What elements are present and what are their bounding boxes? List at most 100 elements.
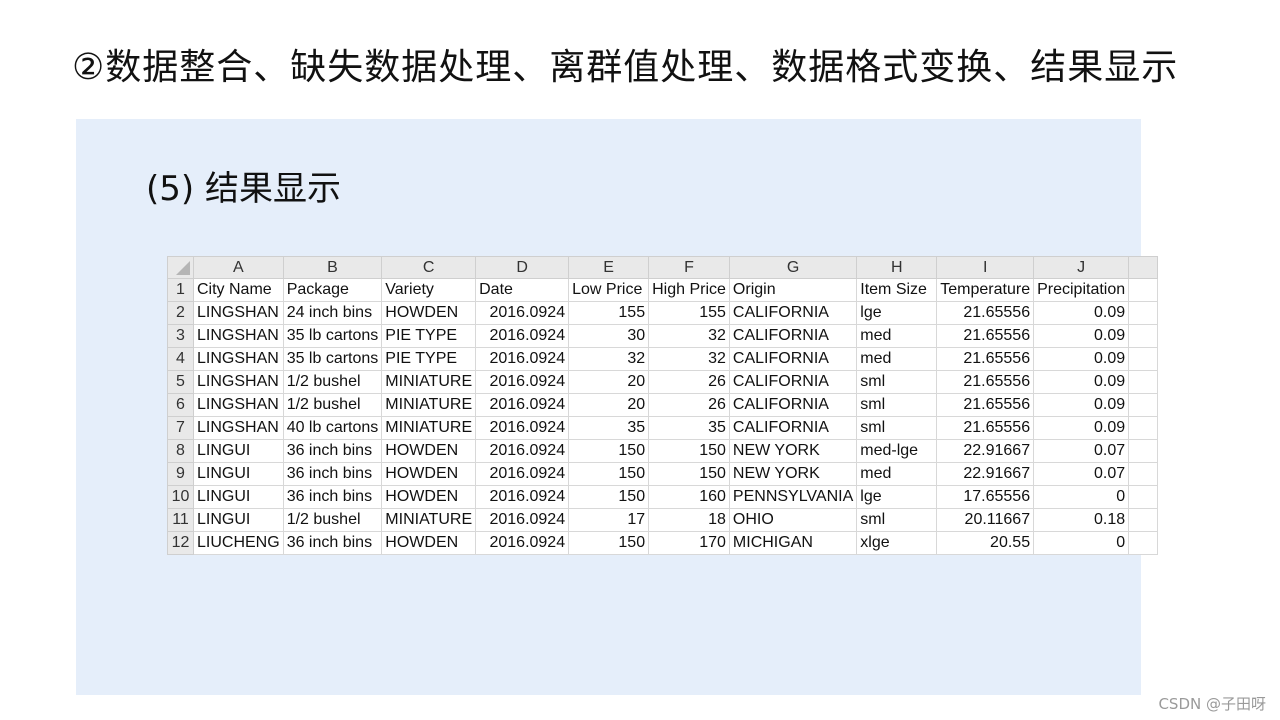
table-cell[interactable]: 21.65556 <box>936 370 1035 394</box>
table-cell[interactable]: PENNSYLVANIA <box>728 485 858 509</box>
table-cell[interactable]: 21.65556 <box>936 393 1035 417</box>
table-cell[interactable]: med <box>856 462 938 486</box>
row-header[interactable]: 4 <box>167 347 194 371</box>
table-cell[interactable]: 26 <box>648 370 730 394</box>
table-cell[interactable]: LINGSHAN <box>193 324 284 348</box>
table-cell[interactable]: 40 lb cartons <box>282 416 383 440</box>
table-cell[interactable]: 2016.0924 <box>475 301 570 325</box>
row-header[interactable]: 5 <box>167 370 194 394</box>
table-cell[interactable]: 150 <box>648 462 730 486</box>
table-cell[interactable]: 150 <box>568 485 650 509</box>
header-cell-city-name[interactable]: City Name <box>193 278 284 302</box>
table-cell[interactable]: 30 <box>568 324 650 348</box>
table-cell[interactable]: med <box>856 347 938 371</box>
table-cell[interactable]: med-lge <box>856 439 938 463</box>
table-cell[interactable]: 155 <box>568 301 650 325</box>
table-cell[interactable]: LIUCHENG <box>193 531 284 555</box>
table-cell[interactable]: LINGSHAN <box>193 393 284 417</box>
table-cell[interactable] <box>1128 393 1159 417</box>
header-cell-package[interactable]: Package <box>282 278 383 302</box>
table-cell[interactable] <box>1128 324 1159 348</box>
table-cell[interactable]: 36 inch bins <box>282 531 383 555</box>
table-cell[interactable]: LINGSHAN <box>193 370 284 394</box>
table-cell[interactable]: 21.65556 <box>936 416 1035 440</box>
table-cell[interactable]: 35 lb cartons <box>282 324 383 348</box>
column-header-c[interactable]: C <box>381 256 477 279</box>
table-cell[interactable]: 17.65556 <box>936 485 1035 509</box>
header-cell-variety[interactable]: Variety <box>381 278 477 302</box>
table-cell[interactable]: CALIFORNIA <box>728 370 858 394</box>
column-header-i[interactable]: I <box>936 256 1035 279</box>
table-cell[interactable]: 0.09 <box>1033 416 1130 440</box>
header-cell-low-price[interactable]: Low Price <box>568 278 650 302</box>
table-cell[interactable]: 21.65556 <box>936 301 1035 325</box>
table-cell[interactable]: 36 inch bins <box>282 485 383 509</box>
table-cell[interactable] <box>1128 301 1159 325</box>
row-header[interactable]: 8 <box>167 439 194 463</box>
table-cell[interactable]: 21.65556 <box>936 324 1035 348</box>
table-cell[interactable]: 0.09 <box>1033 347 1130 371</box>
table-cell[interactable]: 2016.0924 <box>475 485 570 509</box>
table-cell[interactable] <box>1128 462 1159 486</box>
table-cell[interactable]: CALIFORNIA <box>728 301 858 325</box>
column-header-f[interactable]: F <box>648 256 730 279</box>
table-cell[interactable]: 22.91667 <box>936 439 1035 463</box>
table-cell[interactable]: 32 <box>568 347 650 371</box>
table-cell[interactable]: 36 inch bins <box>282 439 383 463</box>
table-cell[interactable]: sml <box>856 370 938 394</box>
table-cell[interactable]: HOWDEN <box>381 462 477 486</box>
row-header[interactable]: 3 <box>167 324 194 348</box>
header-cell-high-price[interactable]: High Price <box>648 278 730 302</box>
table-cell[interactable]: 2016.0924 <box>475 439 570 463</box>
table-cell[interactable]: 2016.0924 <box>475 393 570 417</box>
table-cell[interactable]: 20 <box>568 370 650 394</box>
table-cell[interactable]: 26 <box>648 393 730 417</box>
table-cell[interactable] <box>1128 439 1159 463</box>
table-cell[interactable]: 2016.0924 <box>475 416 570 440</box>
column-header-j[interactable]: J <box>1033 256 1130 279</box>
select-all-corner[interactable] <box>167 256 194 279</box>
table-cell[interactable]: 0.07 <box>1033 462 1130 486</box>
table-cell[interactable]: PIE TYPE <box>381 324 477 348</box>
table-cell[interactable]: lge <box>856 301 938 325</box>
table-cell[interactable]: med <box>856 324 938 348</box>
header-cell-precipitation[interactable]: Precipitation <box>1033 278 1130 302</box>
table-cell[interactable]: LINGUI <box>193 508 284 532</box>
table-cell[interactable]: lge <box>856 485 938 509</box>
table-cell[interactable]: 0.09 <box>1033 393 1130 417</box>
column-header-g[interactable]: G <box>728 256 858 279</box>
table-cell[interactable]: 36 inch bins <box>282 462 383 486</box>
table-cell[interactable]: 0 <box>1033 485 1130 509</box>
table-cell[interactable]: NEW YORK <box>728 439 858 463</box>
table-cell[interactable]: LINGSHAN <box>193 416 284 440</box>
table-cell[interactable] <box>1128 531 1159 555</box>
table-cell[interactable]: NEW YORK <box>728 462 858 486</box>
table-cell[interactable]: MINIATURE <box>381 393 477 417</box>
header-cell-item-size[interactable]: Item Size <box>856 278 938 302</box>
row-header[interactable]: 2 <box>167 301 194 325</box>
table-cell[interactable]: HOWDEN <box>381 301 477 325</box>
table-cell[interactable]: 2016.0924 <box>475 347 570 371</box>
column-header-a[interactable]: A <box>193 256 284 279</box>
row-header[interactable]: 10 <box>167 485 194 509</box>
table-cell[interactable]: 21.65556 <box>936 347 1035 371</box>
table-cell[interactable]: 150 <box>568 462 650 486</box>
table-cell[interactable]: 17 <box>568 508 650 532</box>
table-cell[interactable]: 32 <box>648 324 730 348</box>
column-header-k[interactable] <box>1128 256 1159 279</box>
table-cell[interactable] <box>1128 416 1159 440</box>
table-cell[interactable]: 18 <box>648 508 730 532</box>
table-cell[interactable]: xlge <box>856 531 938 555</box>
table-cell[interactable]: 170 <box>648 531 730 555</box>
column-header-h[interactable]: H <box>856 256 938 279</box>
table-cell[interactable]: 1/2 bushel <box>282 508 383 532</box>
row-header[interactable]: 1 <box>167 278 194 302</box>
table-cell[interactable]: 1/2 bushel <box>282 393 383 417</box>
table-cell[interactable]: 150 <box>648 439 730 463</box>
column-header-d[interactable]: D <box>475 256 570 279</box>
table-cell[interactable]: sml <box>856 508 938 532</box>
table-cell[interactable]: 35 lb cartons <box>282 347 383 371</box>
table-cell[interactable]: 2016.0924 <box>475 462 570 486</box>
table-cell[interactable]: MINIATURE <box>381 370 477 394</box>
table-cell[interactable]: MINIATURE <box>381 416 477 440</box>
